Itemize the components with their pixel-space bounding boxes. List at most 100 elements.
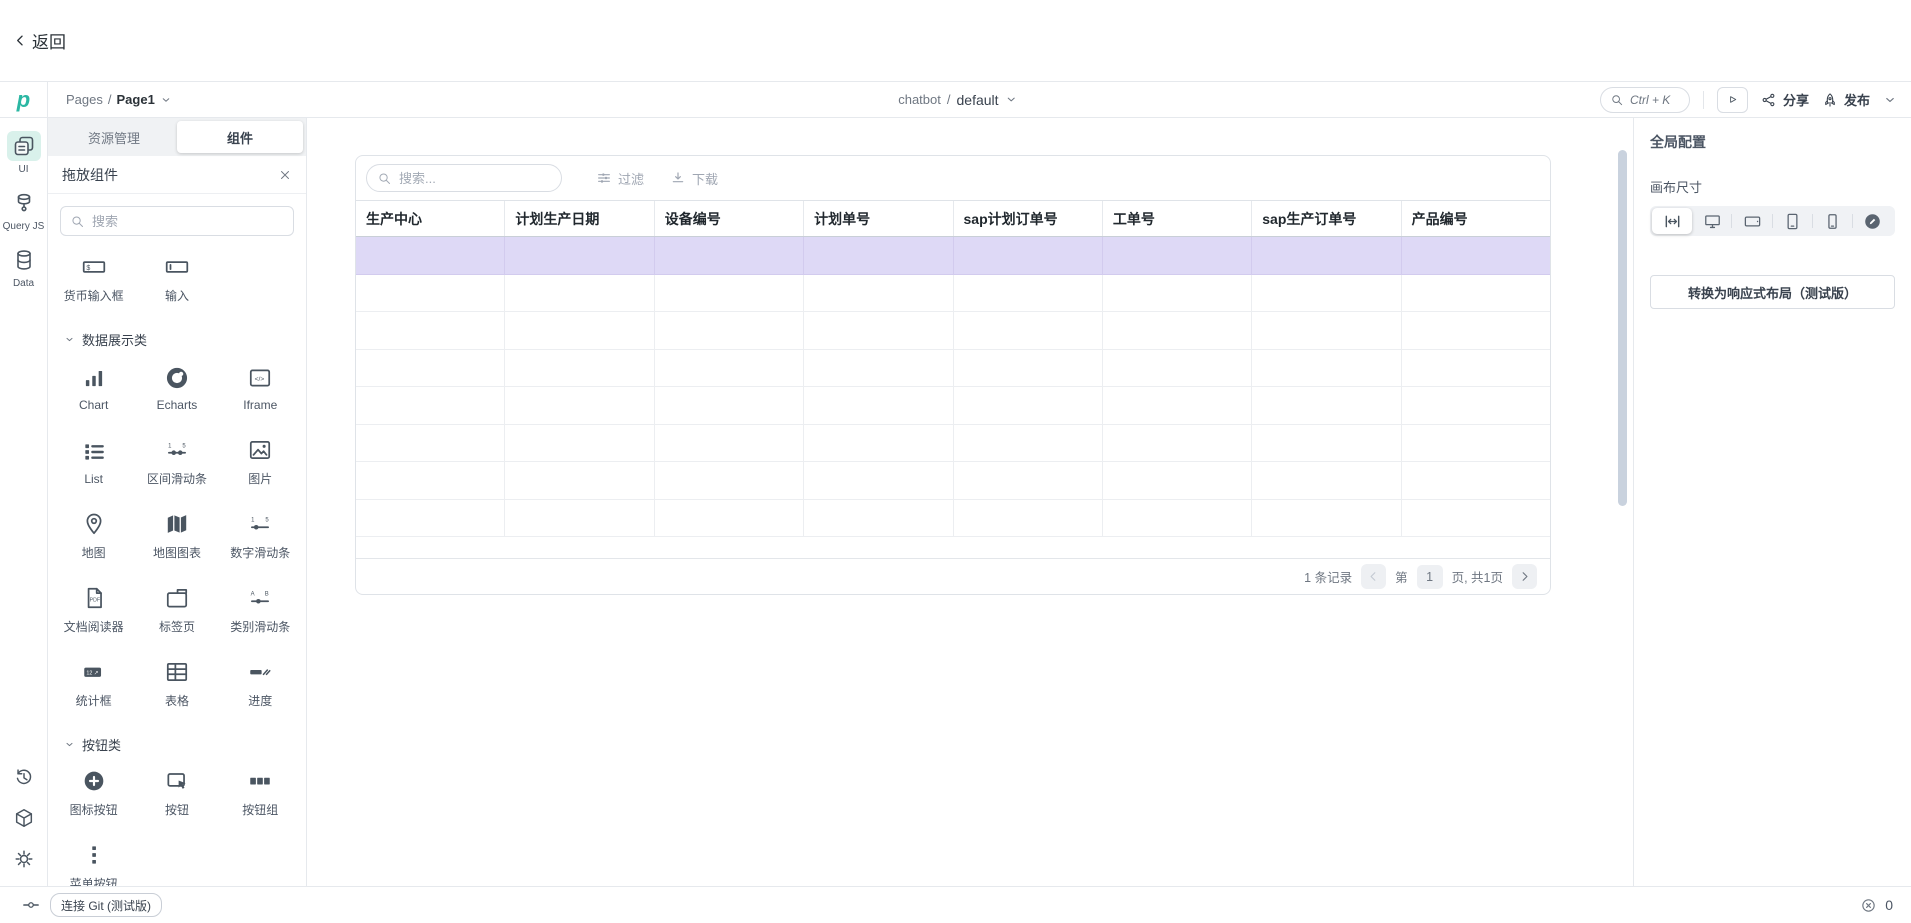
canvas-scrollbar[interactable]: [1618, 150, 1627, 506]
component-section-按钮类[interactable]: 按钮类: [52, 721, 302, 756]
table-column-header[interactable]: sap生产订单号: [1252, 201, 1401, 236]
back-button[interactable]: 返回: [13, 28, 66, 53]
table-row[interactable]: [356, 312, 1550, 350]
omnibar-search-button[interactable]: Ctrl + K: [1600, 87, 1690, 113]
table-cell[interactable]: [505, 462, 654, 499]
table-cell[interactable]: [505, 425, 654, 462]
table-column-header[interactable]: sap计划订单号: [954, 201, 1103, 236]
table-cell[interactable]: [655, 350, 804, 387]
table-row[interactable]: [356, 275, 1550, 313]
table-cell[interactable]: [655, 312, 804, 349]
error-circle-icon[interactable]: [1860, 897, 1877, 914]
table-row[interactable]: [356, 425, 1550, 463]
component-card-统计框[interactable]: 12 ↗统计框: [52, 647, 135, 721]
table-cell[interactable]: [1103, 462, 1252, 499]
table-cell[interactable]: [356, 387, 505, 424]
table-cell[interactable]: [505, 500, 654, 537]
rail-item-ui[interactable]: UI: [3, 131, 45, 175]
table-cell[interactable]: [1402, 462, 1550, 499]
table-cell[interactable]: [804, 462, 953, 499]
table-cell[interactable]: [1103, 500, 1252, 537]
table-cell[interactable]: [1103, 350, 1252, 387]
component-card-按钮组[interactable]: 按钮组: [219, 756, 302, 830]
history-icon[interactable]: [13, 766, 35, 788]
table-cell[interactable]: [1252, 350, 1401, 387]
convert-responsive-button[interactable]: 转换为响应式布局（测试版）: [1650, 275, 1895, 309]
table-cell[interactable]: [505, 350, 654, 387]
current-page-box[interactable]: 1: [1417, 565, 1443, 589]
table-cell[interactable]: [1252, 275, 1401, 312]
table-cell[interactable]: [655, 237, 804, 274]
table-column-header[interactable]: 工单号: [1103, 201, 1252, 236]
component-card-文档阅读器[interactable]: PDF文档阅读器: [52, 573, 135, 647]
table-search-input[interactable]: [399, 171, 551, 186]
table-row[interactable]: [356, 350, 1550, 388]
table-cell[interactable]: [1402, 387, 1550, 424]
table-cell[interactable]: [804, 500, 953, 537]
table-cell[interactable]: [954, 237, 1103, 274]
panel-tab-组件[interactable]: 组件: [177, 121, 303, 153]
table-cell[interactable]: [954, 350, 1103, 387]
table-cell[interactable]: [804, 312, 953, 349]
table-cell[interactable]: [1103, 425, 1252, 462]
connect-git-button[interactable]: 连接 Git (测试版): [50, 893, 162, 917]
component-card-图片[interactable]: 图片: [219, 425, 302, 499]
table-widget[interactable]: 过滤 下载 生产中心计划生产日期设备编号计划单号sap计划订单号工单号sap生产…: [355, 155, 1551, 595]
preview-play-button[interactable]: [1717, 87, 1748, 113]
table-cell[interactable]: [1252, 387, 1401, 424]
table-cell[interactable]: [954, 425, 1103, 462]
table-cell[interactable]: [1252, 500, 1401, 537]
table-cell[interactable]: [655, 387, 804, 424]
table-cell[interactable]: [655, 425, 804, 462]
component-card-区间滑动条[interactable]: 15区间滑动条: [135, 425, 218, 499]
table-cell[interactable]: [804, 275, 953, 312]
table-cell[interactable]: [1402, 275, 1550, 312]
table-cell[interactable]: [804, 237, 953, 274]
prev-page-button[interactable]: [1361, 564, 1386, 589]
table-column-header[interactable]: 设备编号: [655, 201, 804, 236]
table-cell[interactable]: [356, 275, 505, 312]
component-card-类别滑动条[interactable]: AB类别滑动条: [219, 573, 302, 647]
close-icon[interactable]: [278, 168, 292, 182]
table-cell[interactable]: [1402, 312, 1550, 349]
canvas-size-tablet-landscape-button[interactable]: [1732, 208, 1772, 234]
table-row[interactable]: [356, 387, 1550, 425]
more-options-chevron-icon[interactable]: [1883, 93, 1897, 107]
table-cell[interactable]: [1103, 237, 1252, 274]
component-card-输入[interactable]: 输入: [135, 242, 218, 316]
table-cell[interactable]: [804, 350, 953, 387]
table-cell[interactable]: [1103, 312, 1252, 349]
table-cell[interactable]: [356, 350, 505, 387]
component-card-地图图表[interactable]: 地图图表: [135, 499, 218, 573]
canvas-size-edit-pencil-button[interactable]: [1853, 208, 1893, 234]
canvas-size-fluid-width-button[interactable]: [1652, 208, 1692, 234]
table-cell[interactable]: [1252, 312, 1401, 349]
component-card-进度[interactable]: 进度: [219, 647, 302, 721]
component-card-按钮[interactable]: 按钮: [135, 756, 218, 830]
component-card-Chart[interactable]: Chart: [52, 351, 135, 425]
component-card-菜单按钮[interactable]: 菜单按钮: [52, 830, 135, 886]
publish-button[interactable]: 发布: [1822, 90, 1870, 109]
table-cell[interactable]: [954, 312, 1103, 349]
share-button[interactable]: 分享: [1761, 90, 1809, 109]
table-cell[interactable]: [505, 275, 654, 312]
component-card-图标按钮[interactable]: 图标按钮: [52, 756, 135, 830]
table-cell[interactable]: [356, 425, 505, 462]
table-filter-button[interactable]: 过滤: [596, 169, 644, 188]
component-card-地图[interactable]: 地图: [52, 499, 135, 573]
settings-icon[interactable]: [13, 848, 35, 870]
component-card-数字滑动条[interactable]: 15数字滑动条: [219, 499, 302, 573]
table-cell[interactable]: [356, 462, 505, 499]
component-card-Iframe[interactable]: </>Iframe: [219, 351, 302, 425]
table-cell[interactable]: [505, 237, 654, 274]
table-cell[interactable]: [804, 387, 953, 424]
component-search-input[interactable]: [92, 214, 284, 229]
panel-tab-资源管理[interactable]: 资源管理: [51, 121, 177, 153]
table-column-header[interactable]: 生产中心: [356, 201, 505, 236]
next-page-button[interactable]: [1512, 564, 1537, 589]
table-cell[interactable]: [1402, 350, 1550, 387]
canvas-size-tablet-portrait-button[interactable]: [1773, 208, 1813, 234]
table-cell[interactable]: [1103, 275, 1252, 312]
table-cell[interactable]: [356, 500, 505, 537]
table-cell[interactable]: [1252, 462, 1401, 499]
